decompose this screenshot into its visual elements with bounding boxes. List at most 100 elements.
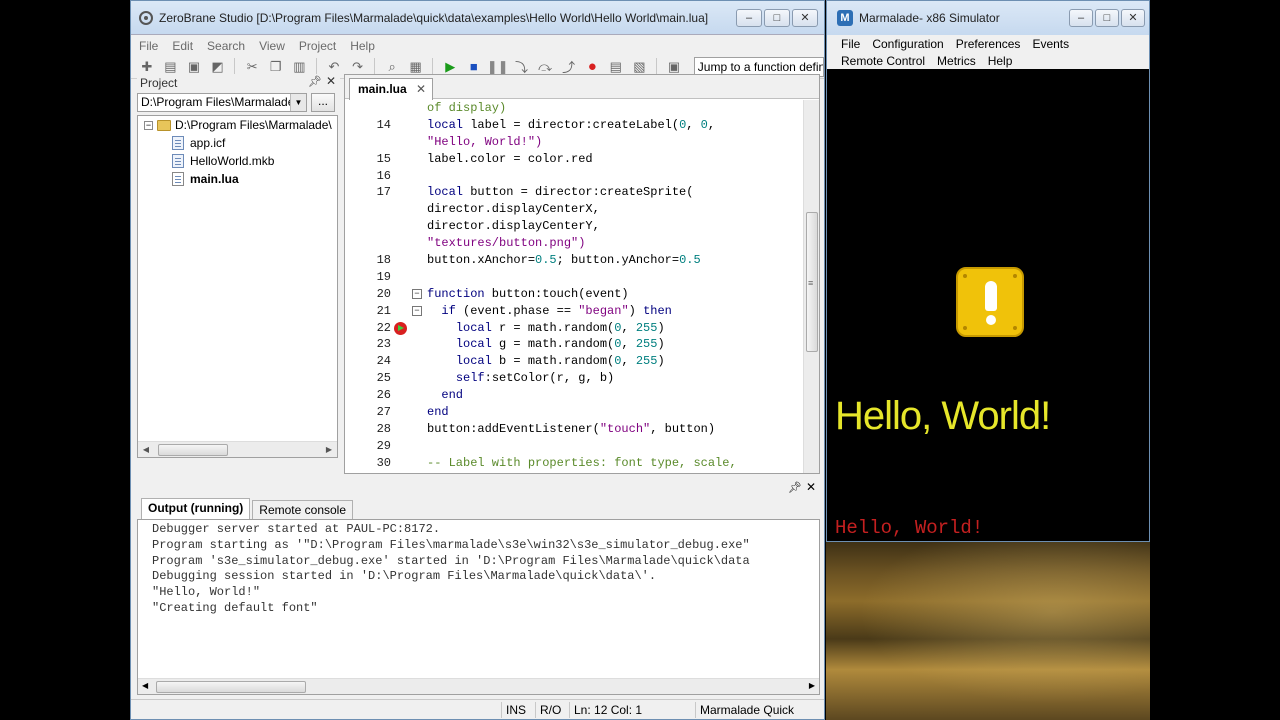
code-margin[interactable]: −: [391, 286, 427, 303]
code-line[interactable]: 17 local button = director:createSprite(: [345, 184, 805, 201]
code-margin[interactable]: [391, 252, 427, 269]
simulator-screen[interactable]: Hello, World! Hello, World!: [835, 69, 1147, 539]
code-line[interactable]: 26 end: [345, 387, 805, 404]
scroll-left-icon[interactable]: ◀: [142, 681, 148, 690]
code-margin[interactable]: [391, 151, 427, 168]
code-line[interactable]: 23 local g = math.random(0, 255): [345, 336, 805, 353]
scroll-right-icon[interactable]: ▶: [809, 681, 815, 690]
close-panel-icon[interactable]: ✕: [326, 74, 336, 88]
browse-directory-button[interactable]: ...: [311, 92, 335, 112]
simulator-titlebar[interactable]: M Marmalade- x86 Simulator – □ ✕: [827, 1, 1149, 35]
code-line[interactable]: 28 button:addEventListener("touch", butto…: [345, 421, 805, 438]
editor-vertical-scrollbar[interactable]: ≡: [803, 100, 819, 473]
output-console[interactable]: Debugger server started at PAUL-PC:8172.…: [137, 519, 820, 695]
code-line[interactable]: 25 self:setColor(r, g, b): [345, 370, 805, 387]
close-panel-icon[interactable]: ✕: [806, 480, 816, 494]
code-line[interactable]: 16: [345, 168, 805, 185]
code-margin[interactable]: [391, 235, 427, 252]
sim-menu-help[interactable]: Help: [988, 54, 1013, 68]
tree-root-folder[interactable]: − D:\Program Files\Marmalade\: [138, 116, 337, 134]
fold-toggle-icon[interactable]: −: [412, 305, 422, 316]
sim-menu-file[interactable]: File: [841, 37, 860, 51]
code-line[interactable]: 29: [345, 438, 805, 455]
scroll-right-icon[interactable]: ▶: [321, 445, 337, 454]
code-area[interactable]: of display) 14 local label = director:crea…: [345, 100, 805, 473]
code-line[interactable]: 19: [345, 269, 805, 286]
menu-project[interactable]: Project: [299, 39, 336, 53]
code-line[interactable]: director.displayCenterX,: [345, 201, 805, 218]
minimize-button[interactable]: –: [1069, 9, 1093, 27]
code-margin[interactable]: [391, 438, 427, 455]
maximize-button[interactable]: □: [764, 9, 790, 27]
code-margin[interactable]: [391, 201, 427, 218]
fold-toggle-icon[interactable]: −: [412, 288, 422, 299]
exclamation-button-sprite[interactable]: [956, 267, 1024, 337]
code-line[interactable]: 27 end: [345, 404, 805, 421]
code-margin[interactable]: [391, 421, 427, 438]
maximize-button[interactable]: □: [1095, 9, 1119, 27]
chevron-down-icon[interactable]: ▼: [290, 93, 306, 111]
sim-menu-configuration[interactable]: Configuration: [872, 37, 943, 51]
code-margin[interactable]: [391, 117, 427, 134]
code-margin[interactable]: [391, 455, 427, 472]
code-margin[interactable]: [391, 387, 427, 404]
pin-icon[interactable]: 📌︎: [308, 75, 322, 88]
tab-remote-console[interactable]: Remote console: [252, 500, 354, 519]
code-text: -- Label with properties: font type, sca…: [427, 455, 737, 470]
scrollbar-thumb[interactable]: [156, 681, 306, 693]
code-margin[interactable]: [391, 320, 427, 337]
code-margin[interactable]: [391, 404, 427, 421]
tab-main-lua[interactable]: main.lua ✕: [349, 78, 433, 100]
project-path-dropdown[interactable]: D:\Program Files\Marmalade ▼: [137, 92, 307, 112]
tree-file-helloworld-mkb[interactable]: HelloWorld.mkb: [138, 152, 337, 170]
menu-file[interactable]: File: [139, 39, 158, 53]
code-margin[interactable]: [391, 370, 427, 387]
project-horizontal-scrollbar[interactable]: ◀ ▶: [138, 441, 337, 457]
code-line[interactable]: "Hello, World!"): [345, 134, 805, 151]
scroll-left-icon[interactable]: ◀: [138, 445, 154, 454]
code-line[interactable]: director.displayCenterY,: [345, 218, 805, 235]
code-margin[interactable]: [391, 218, 427, 235]
code-line[interactable]: 14 local label = director:createLabel(0, …: [345, 117, 805, 134]
code-line[interactable]: 20 − function button:touch(event): [345, 286, 805, 303]
menu-help[interactable]: Help: [350, 39, 375, 53]
minimize-button[interactable]: –: [736, 9, 762, 27]
tree-file-main-lua[interactable]: main.lua: [138, 170, 337, 188]
output-horizontal-scrollbar[interactable]: ◀ ▶: [138, 678, 819, 694]
code-line[interactable]: 24 local b = math.random(0, 255): [345, 353, 805, 370]
breakpoint-current-line-icon[interactable]: [394, 321, 407, 335]
scrollbar-thumb[interactable]: [158, 443, 228, 456]
code-line[interactable]: 30 -- Label with properties: font type, s…: [345, 455, 805, 472]
code-line[interactable]: 21 − if (event.phase == "began") then: [345, 303, 805, 320]
menu-search[interactable]: Search: [207, 39, 245, 53]
code-margin[interactable]: −: [391, 303, 427, 320]
code-margin[interactable]: [391, 168, 427, 185]
menu-edit[interactable]: Edit: [172, 39, 193, 53]
close-button[interactable]: ✕: [792, 9, 818, 27]
code-line[interactable]: of display): [345, 100, 805, 117]
status-interpreter[interactable]: Marmalade Quick: [695, 702, 822, 718]
code-line[interactable]: 18 button.xAnchor=0.5; button.yAnchor=0.5: [345, 252, 805, 269]
sim-menu-preferences[interactable]: Preferences: [956, 37, 1021, 51]
code-line[interactable]: 22 local r = math.random(0, 255): [345, 320, 805, 337]
code-line[interactable]: 15 label.color = color.red: [345, 151, 805, 168]
code-margin[interactable]: [391, 100, 427, 117]
close-tab-icon[interactable]: ✕: [416, 79, 426, 99]
sim-menu-events[interactable]: Events: [1032, 37, 1069, 51]
menu-view[interactable]: View: [259, 39, 285, 53]
sim-menu-metrics[interactable]: Metrics: [937, 54, 976, 68]
code-margin[interactable]: [391, 336, 427, 353]
code-margin[interactable]: [391, 184, 427, 201]
code-margin[interactable]: [391, 134, 427, 151]
code-margin[interactable]: [391, 353, 427, 370]
tab-output[interactable]: Output (running): [141, 498, 251, 519]
sim-menu-remote-control[interactable]: Remote Control: [841, 54, 925, 68]
code-margin[interactable]: [391, 269, 427, 286]
line-number: [345, 100, 391, 117]
tree-file-app-icf[interactable]: app.icf: [138, 134, 337, 152]
pin-icon[interactable]: 📌︎: [788, 481, 802, 494]
code-line[interactable]: "textures/button.png"): [345, 235, 805, 252]
close-button[interactable]: ✕: [1121, 9, 1145, 27]
collapse-icon[interactable]: −: [144, 120, 153, 130]
ide-titlebar[interactable]: ZeroBrane Studio [D:\Program Files\Marma…: [131, 1, 824, 35]
